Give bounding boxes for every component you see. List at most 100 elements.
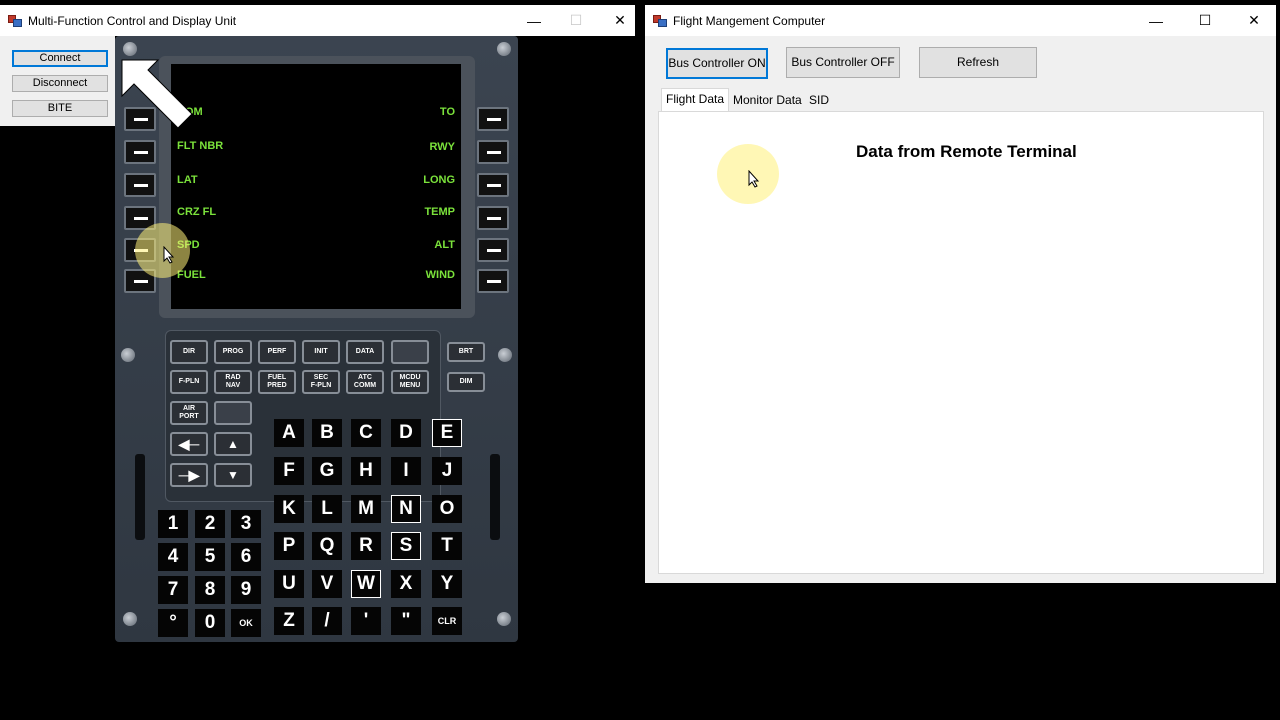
fuel-pred-key[interactable]: FUEL PRED [258,370,296,394]
disconnect-button[interactable]: Disconnect [12,75,108,92]
key-6[interactable]: 6 [231,543,261,571]
key-slash[interactable]: / [312,607,342,635]
init-key[interactable]: INIT [302,340,340,364]
perf-key[interactable]: PERF [258,340,296,364]
maximize-button[interactable]: ☐ [1182,5,1228,36]
key-degree[interactable]: ° [158,609,188,637]
key-1[interactable]: 1 [158,510,188,538]
screw [121,348,135,362]
key-4[interactable]: 4 [158,543,188,571]
key-y[interactable]: Y [432,570,462,598]
fmc-window: Flight Mangement Computer — ☐ ✕ Bus Cont… [645,5,1276,583]
close-button[interactable]: ✕ [1231,5,1277,36]
refresh-button[interactable]: Refresh [919,47,1037,78]
key-ok[interactable]: OK [231,609,261,637]
window-title: Multi-Function Control and Display Unit [28,13,237,28]
atc-comm-key[interactable]: ATC COMM [346,370,384,394]
arrow-right-key[interactable]: ─▶ [170,463,208,487]
key-0[interactable]: 0 [195,609,225,637]
rad-nav-key[interactable]: RAD NAV [214,370,252,394]
mcdu-titlebar[interactable]: Multi-Function Control and Display Unit … [0,5,635,36]
key-x[interactable]: X [391,570,421,598]
key-g[interactable]: G [312,457,342,485]
key-i[interactable]: I [391,457,421,485]
key-j[interactable]: J [432,457,462,485]
blank-key[interactable] [391,340,429,364]
data-key[interactable]: DATA [346,340,384,364]
lsk-right-1[interactable] [477,107,509,131]
key-5[interactable]: 5 [195,543,225,571]
lsk-right-2[interactable] [477,140,509,164]
screw [497,42,511,56]
left-label-3: LAT [177,174,198,186]
key-h[interactable]: H [351,457,381,485]
sec-f-pln-key[interactable]: SEC F-PLN [302,370,340,394]
bus-controller-on-button[interactable]: Bus Controller ON [666,48,768,79]
connect-button[interactable]: Connect [12,50,108,67]
mouse-cursor-icon [163,246,175,264]
panel-heading: Data from Remote Terminal [856,142,1077,161]
close-button[interactable]: ✕ [597,5,643,36]
arrow-down-key[interactable]: ▼ [214,463,252,487]
prog-key[interactable]: PROG [214,340,252,364]
tab-monitor-data[interactable]: Monitor Data [729,90,806,112]
key-m[interactable]: M [351,495,381,523]
key-f[interactable]: F [274,457,304,485]
key-9[interactable]: 9 [231,576,261,604]
key-3[interactable]: 3 [231,510,261,538]
window-title: Flight Mangement Computer [673,13,826,28]
lsk-right-6[interactable] [477,269,509,293]
lsk-right-5[interactable] [477,238,509,262]
control-buttons: Connect Disconnect BITE [0,36,115,126]
lsk-left-3[interactable] [124,173,156,197]
key-s[interactable]: S [391,532,421,560]
key-b[interactable]: B [312,419,342,447]
key-2[interactable]: 2 [195,510,225,538]
minimize-button[interactable]: — [511,5,557,36]
mcdu-menu-key[interactable]: MCDU MENU [391,370,429,394]
key-d[interactable]: D [391,419,421,447]
key-clr[interactable]: CLR [432,607,462,635]
key-t[interactable]: T [432,532,462,560]
dim-key[interactable]: DIM [447,372,485,392]
key-c[interactable]: C [351,419,381,447]
minimize-button[interactable]: — [1133,5,1179,36]
key-o[interactable]: O [432,495,462,523]
key-u[interactable]: U [274,570,304,598]
arrow-left-key[interactable]: ◀─ [170,432,208,456]
key-quote[interactable]: " [391,607,421,635]
fmc-titlebar[interactable]: Flight Mangement Computer — ☐ ✕ [645,5,1276,36]
arrow-up-key[interactable]: ▲ [214,432,252,456]
lsk-right-4[interactable] [477,206,509,230]
tab-flight-data[interactable]: Flight Data [661,88,730,112]
right-label-5: ALT [434,239,455,251]
key-w[interactable]: W [351,570,381,598]
brt-key[interactable]: BRT [447,342,485,362]
key-r[interactable]: R [351,532,381,560]
key-k[interactable]: K [274,495,304,523]
lsk-left-2[interactable] [124,140,156,164]
mouse-cursor-icon [748,170,760,188]
bus-controller-off-button[interactable]: Bus Controller OFF [786,47,900,78]
f-pln-key[interactable]: F-PLN [170,370,208,394]
right-label-1: TO [439,106,455,118]
lsk-right-3[interactable] [477,173,509,197]
key-p[interactable]: P [274,532,304,560]
left-label-4: CRZ FL [177,206,217,218]
airport-key[interactable]: AIR PORT [170,401,208,425]
tab-sid[interactable]: SID [805,90,833,112]
key-apostrophe[interactable]: ' [351,607,381,635]
key-v[interactable]: V [312,570,342,598]
key-z[interactable]: Z [274,607,304,635]
blank-key[interactable] [214,401,252,425]
pointer-arrow-icon [121,59,193,129]
dir-key[interactable]: DIR [170,340,208,364]
key-a[interactable]: A [274,419,304,447]
key-l[interactable]: L [312,495,342,523]
key-8[interactable]: 8 [195,576,225,604]
key-7[interactable]: 7 [158,576,188,604]
key-n[interactable]: N [391,495,421,523]
key-q[interactable]: Q [312,532,342,560]
bite-button[interactable]: BITE [12,100,108,117]
key-e[interactable]: E [432,419,462,447]
